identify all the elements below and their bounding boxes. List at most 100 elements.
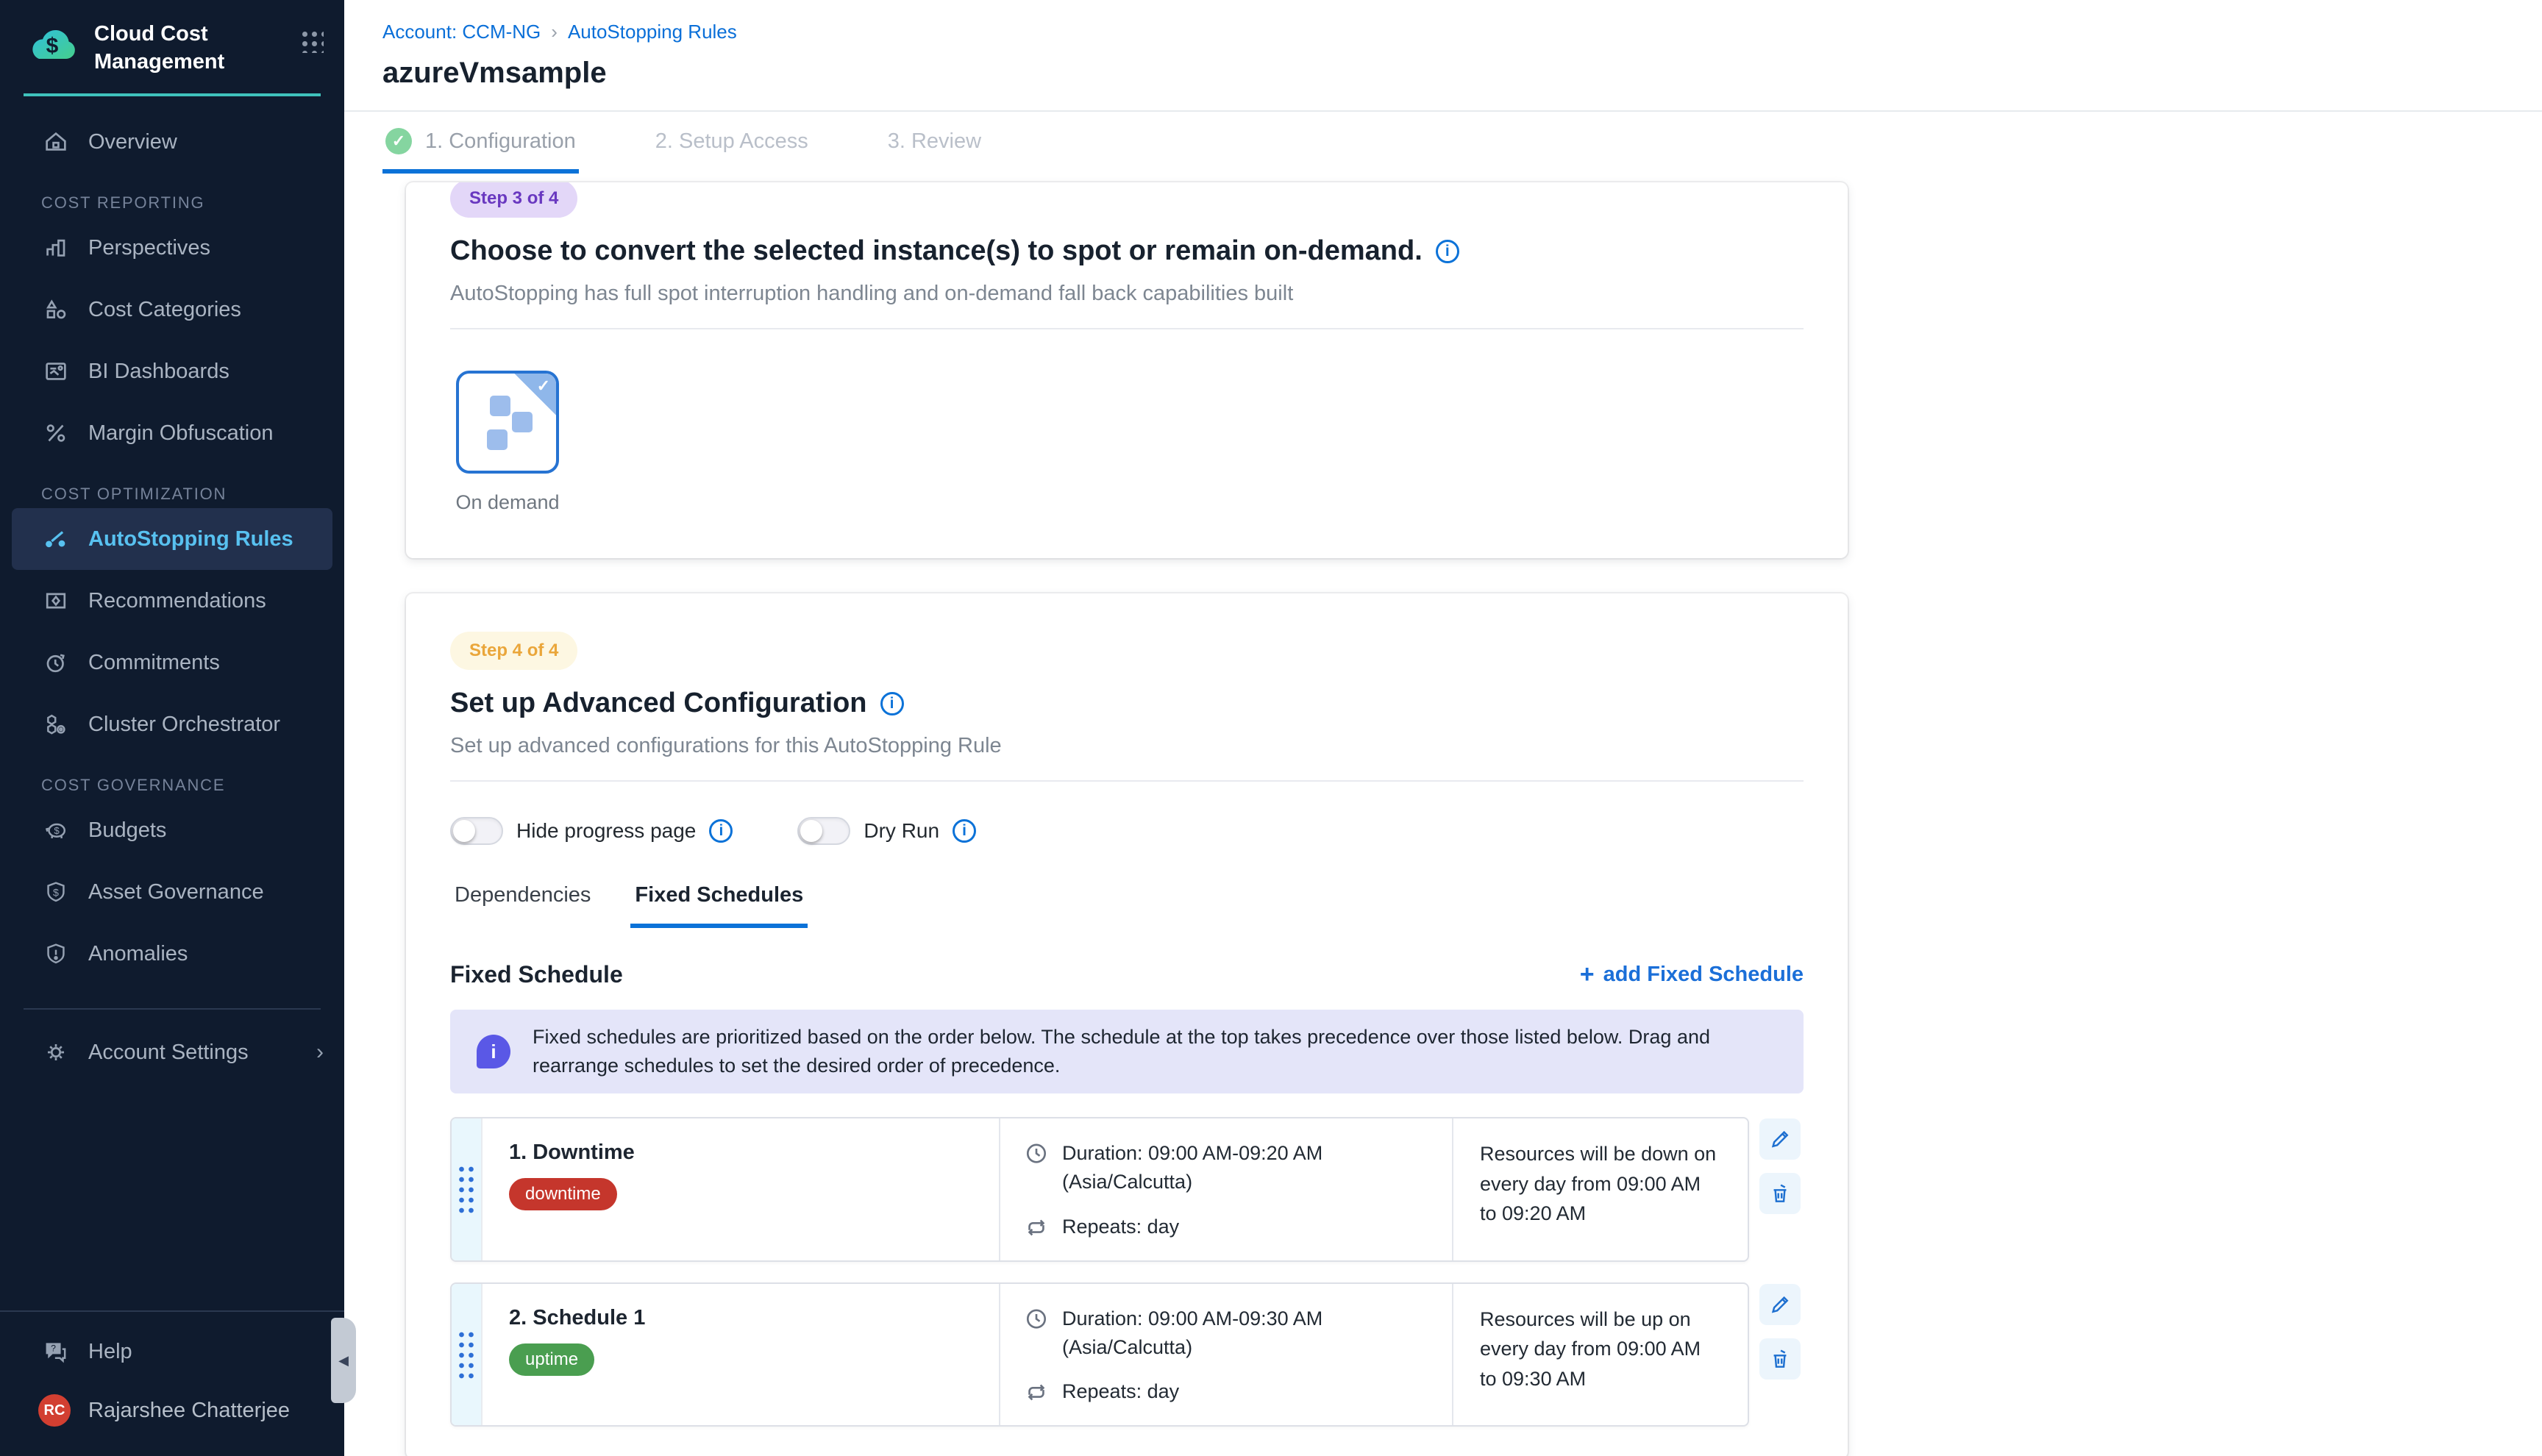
bar-chart-icon [41,233,71,263]
sidebar-item-autostopping-rules[interactable]: AutoStopping Rules [12,508,332,570]
spot-ondemand-subheading: AutoStopping has full spot interruption … [450,282,1804,306]
hide-progress-toggle[interactable] [450,817,503,845]
autostopping-gauge-icon [41,524,71,554]
breadcrumb-autostopping-link[interactable]: AutoStopping Rules [568,21,737,43]
advanced-config-tabs: Dependencies Fixed Schedules [450,883,1804,928]
drag-handle[interactable] [452,1284,483,1425]
instances-icon [490,396,510,416]
info-bubble-icon: i [477,1035,510,1068]
hide-progress-label: Hide progress page [516,819,696,843]
add-fixed-schedule-button[interactable]: + add Fixed Schedule [1580,960,1804,989]
user-menu[interactable]: RC Rajarshee Chatterjee [0,1382,344,1456]
spot-ondemand-card: Step 3 of 4 Choose to convert the select… [406,182,1848,558]
fixed-schedule-title: Fixed Schedule [450,961,623,988]
gear-icon [41,1038,71,1067]
nav-section-cost-governance: COST GOVERNANCE [41,776,344,795]
hexagon-cluster-icon [41,710,71,739]
home-icon [41,127,71,157]
dry-run-label: Dry Run [864,819,939,843]
edit-schedule-button[interactable] [1759,1118,1801,1160]
schedule-card-downtime[interactable]: 1. Downtime downtime Duration: 09:00 AM-… [450,1117,1749,1261]
app-title: Cloud Cost Management [94,21,284,76]
step-4-badge: Step 4 of 4 [450,632,577,670]
sidebar-item-perspectives[interactable]: Perspectives [0,217,344,279]
drag-handle[interactable] [452,1118,483,1260]
sidebar-item-budgets[interactable]: $ Budgets [0,799,344,861]
delete-schedule-button[interactable] [1759,1338,1801,1380]
schedule-title: 1. Downtime [509,1141,972,1165]
schedule-card-uptime[interactable]: 2. Schedule 1 uptime Duration: 09:00 AM-… [450,1282,1749,1427]
sidebar-item-overview[interactable]: Overview [0,111,344,173]
sidebar-item-account-settings[interactable]: Account Settings › [0,1021,344,1083]
drag-dots-icon [457,1164,476,1214]
selected-check-icon: ✓ [537,377,550,396]
tab-dependencies[interactable]: Dependencies [450,883,595,928]
page-header: Account: CCM-NG › AutoStopping Rules azu… [344,0,2542,90]
schedule-description: Resources will be down on every day from… [1453,1118,1748,1260]
repeat-icon [1024,1215,1049,1240]
schedule-duration: Duration: 09:00 AM-09:20 AM (Asia/Calcut… [1024,1139,1428,1196]
info-icon[interactable]: i [880,692,904,715]
sidebar-item-recommendations[interactable]: Recommendations [0,570,344,632]
sidebar-item-help[interactable]: ? Help [0,1321,344,1382]
tab-fixed-schedules[interactable]: Fixed Schedules [630,883,808,928]
sidebar-item-cost-categories[interactable]: Cost Categories [0,279,344,340]
trash-icon [1769,1347,1791,1371]
sidebar-item-bi-dashboards[interactable]: BI Dashboards [0,340,344,402]
ondemand-option: ✓ On demand [450,371,565,514]
schedule-repeats: Repeats: day [1024,1380,1428,1405]
drag-dots-icon [457,1330,476,1380]
sidebar-item-commitments[interactable]: Commitments [0,632,344,693]
edit-schedule-button[interactable] [1759,1284,1801,1325]
dashboard-image-icon [41,357,71,386]
tab-configuration[interactable]: ✓ 1. Configuration [382,112,579,174]
hide-progress-toggle-group: Hide progress page i [450,817,733,845]
sidebar-collapse-handle[interactable]: ◀ [331,1318,356,1403]
sidebar-nav: Overview COST REPORTING Perspectives Cos… [0,96,344,985]
priority-info-banner: i Fixed schedules are prioritized based … [450,1010,1804,1093]
user-name: Rajarshee Chatterjee [88,1399,290,1423]
ondemand-tile[interactable]: ✓ [456,371,559,474]
schedule-type-badge: uptime [509,1343,594,1376]
fixed-schedule-header: Fixed Schedule + add Fixed Schedule [450,960,1804,989]
schedule-type-badge: downtime [509,1178,617,1210]
delete-schedule-button[interactable] [1759,1173,1801,1214]
help-chat-icon: ? [41,1337,71,1366]
breadcrumb-account-link[interactable]: Account: CCM-NG [382,21,541,43]
app-switcher-grid-icon[interactable] [299,28,324,53]
nav-section-cost-reporting: COST REPORTING [41,193,344,213]
schedule-row: 2. Schedule 1 uptime Duration: 09:00 AM-… [450,1282,1804,1427]
section-divider [450,328,1804,329]
sidebar-item-asset-governance[interactable]: $ Asset Governance [0,861,344,923]
repeat-icon [1024,1380,1049,1405]
spot-ondemand-heading: Choose to convert the selected instance(… [450,235,1804,267]
nav-section-cost-optimization: COST OPTIMIZATION [41,485,344,504]
plus-icon: + [1580,960,1595,989]
sidebar-divider [24,1008,321,1010]
svg-text:$: $ [53,888,59,899]
info-icon[interactable]: i [1436,240,1459,263]
tab-setup-access[interactable]: 2. Setup Access [652,112,811,174]
section-divider [450,780,1804,782]
user-avatar: RC [38,1394,71,1427]
sidebar-item-anomalies[interactable]: Anomalies [0,923,344,985]
page-title: azureVmsample [382,57,2501,90]
breadcrumb-separator-icon: › [551,21,558,43]
svg-text:$: $ [54,825,60,836]
info-icon[interactable]: i [709,819,733,843]
sidebar-item-margin-obfuscation[interactable]: Margin Obfuscation [0,402,344,464]
dry-run-toggle[interactable] [797,817,850,845]
sidebar-item-cluster-orchestrator[interactable]: Cluster Orchestrator [0,693,344,755]
info-icon[interactable]: i [953,819,976,843]
schedule-repeats: Repeats: day [1024,1215,1428,1240]
schedule-list: 1. Downtime downtime Duration: 09:00 AM-… [450,1117,1804,1427]
step-3-badge: Step 3 of 4 [450,182,577,218]
tab-review[interactable]: 3. Review [885,112,984,174]
app-root: $ Cloud Cost Management Overview COST RE… [0,0,2542,1456]
cloud-cost-logo-icon: $ [26,21,79,68]
pencil-icon [1769,1293,1791,1316]
advanced-configuration-card: Step 4 of 4 Set up Advanced Configuratio… [406,593,1848,1456]
svg-text:$: $ [46,34,59,58]
trash-icon [1769,1182,1791,1205]
clock-refresh-icon [41,648,71,677]
